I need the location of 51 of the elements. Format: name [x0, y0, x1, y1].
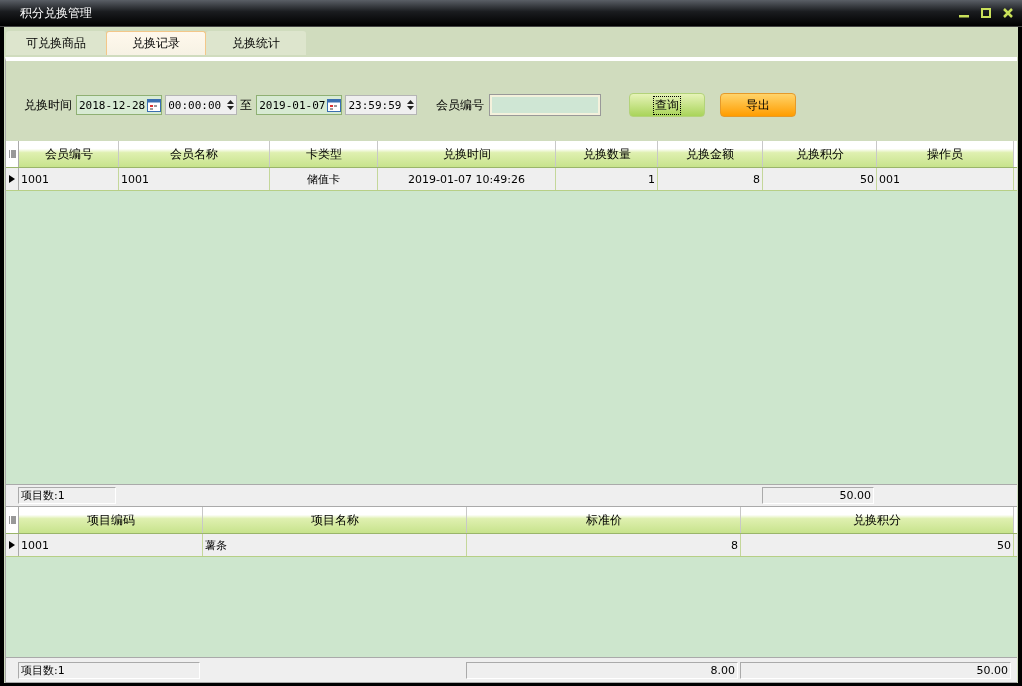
- table-cell: 50: [763, 168, 877, 190]
- column-header[interactable]: 兑换时间: [378, 141, 556, 167]
- member-id-field[interactable]: [490, 95, 601, 115]
- export-button[interactable]: 导出: [720, 93, 797, 117]
- field-label: 会员编号: [436, 96, 485, 114]
- spinner-icon[interactable]: [407, 99, 415, 111]
- summary-field: 50.00: [762, 487, 874, 504]
- table-cell: 50: [741, 534, 1014, 556]
- table-cell: 1: [556, 168, 658, 190]
- table-cell: 储值卡: [270, 168, 378, 190]
- table-cell: 2019-01-07 10:49:26: [378, 168, 556, 190]
- calendar-icon[interactable]: [327, 98, 342, 112]
- time-field[interactable]: 23:59:59: [345, 95, 418, 115]
- table-cell: 1001: [119, 168, 270, 190]
- column-header[interactable]: 兑换数量: [556, 141, 658, 167]
- tab[interactable]: 可兑换商品: [6, 31, 106, 55]
- query-button[interactable]: 查询: [629, 93, 706, 117]
- tab[interactable]: 兑换记录: [106, 31, 206, 55]
- table-cell: 8: [658, 168, 763, 190]
- maximize-icon[interactable]: [980, 7, 992, 19]
- column-header[interactable]: 会员编号: [19, 141, 119, 167]
- date-field[interactable]: 2019-01-07: [256, 95, 343, 115]
- summary-field: 项目数:1: [18, 487, 116, 504]
- summary-field: 8.00: [466, 661, 738, 679]
- tab[interactable]: 兑换统计: [206, 31, 306, 55]
- field-label: 兑换时间: [24, 96, 72, 114]
- table-cell: 1001: [19, 168, 119, 190]
- range-separator: 至: [240, 96, 253, 114]
- table-cell: 8: [467, 534, 741, 556]
- list-icon: [8, 149, 16, 159]
- table-cell: 001: [877, 168, 1014, 190]
- calendar-icon[interactable]: [147, 98, 162, 112]
- table-cell: 薯条: [203, 534, 467, 556]
- column-header[interactable]: 兑换积分: [741, 507, 1014, 533]
- column-header[interactable]: 标准价: [467, 507, 741, 533]
- list-icon: [8, 515, 16, 525]
- time-field[interactable]: 00:00:00: [165, 95, 238, 115]
- column-header[interactable]: 项目编码: [19, 507, 203, 533]
- column-header[interactable]: 操作员: [877, 141, 1014, 167]
- summary-field: 项目数:1: [18, 661, 200, 679]
- close-icon[interactable]: [1002, 7, 1014, 19]
- column-header[interactable]: 兑换积分: [763, 141, 877, 167]
- summary-field: 50.00: [740, 661, 1011, 679]
- column-header[interactable]: 项目名称: [203, 507, 467, 533]
- date-field[interactable]: 2018-12-28: [76, 95, 163, 115]
- column-header[interactable]: 卡类型: [270, 141, 378, 167]
- spinner-icon[interactable]: [227, 99, 235, 111]
- column-header[interactable]: 兑换金额: [658, 141, 763, 167]
- column-header[interactable]: 会员名称: [119, 141, 270, 167]
- window-title: 积分兑换管理: [20, 4, 93, 22]
- table-cell: 1001: [19, 534, 203, 556]
